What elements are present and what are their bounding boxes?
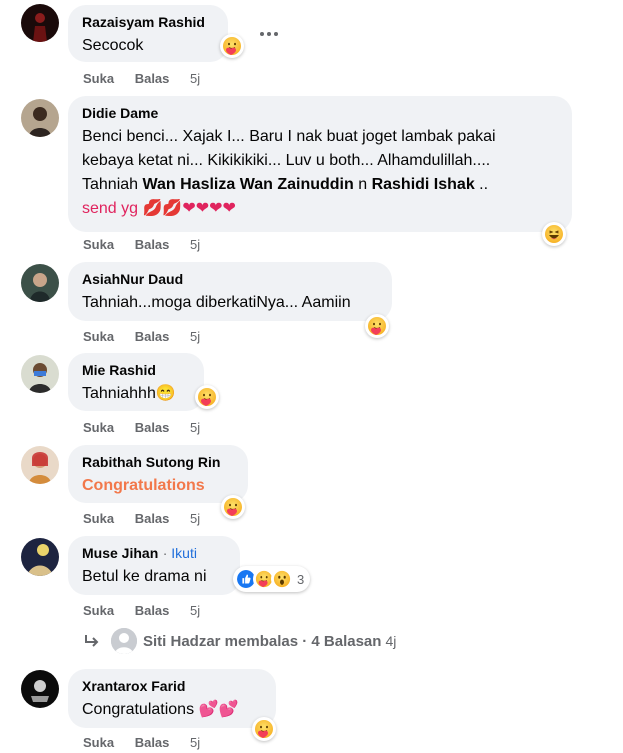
reply-button[interactable]: Balas bbox=[135, 237, 170, 253]
reply-button[interactable]: Balas bbox=[135, 329, 170, 345]
reply-button[interactable]: Balas bbox=[135, 71, 170, 87]
comment-actions: Suka Balas 5j bbox=[83, 420, 200, 436]
care-reaction-icon[interactable] bbox=[195, 385, 219, 409]
comment-text: Congratulations bbox=[82, 477, 205, 494]
comment-time[interactable]: 5j bbox=[190, 511, 200, 527]
comment-author[interactable]: Razaisyam Rashid bbox=[82, 14, 205, 30]
like-button[interactable]: Suka bbox=[83, 237, 114, 253]
comment-author[interactable]: Muse Jihan bbox=[82, 545, 158, 561]
comment-time[interactable]: 5j bbox=[190, 237, 200, 253]
avatar[interactable] bbox=[21, 4, 59, 42]
reply-button[interactable]: Balas bbox=[135, 735, 170, 751]
comment-author[interactable]: Rabithah Sutong Rin bbox=[82, 454, 220, 470]
reply-button[interactable]: Balas bbox=[135, 603, 170, 619]
reply-button[interactable]: Balas bbox=[135, 511, 170, 527]
tag-link[interactable]: Rashidi Ishak bbox=[372, 176, 475, 193]
haha-reaction-icon[interactable] bbox=[542, 222, 566, 246]
reaction-summary[interactable]: 3 bbox=[233, 566, 311, 592]
avatar[interactable] bbox=[21, 99, 59, 137]
comment-bubble: Razaisyam Rashid Secocok bbox=[68, 5, 228, 62]
care-reaction-icon[interactable] bbox=[365, 314, 389, 338]
comment-time[interactable]: 5j bbox=[190, 329, 200, 345]
reply-button[interactable]: Balas bbox=[135, 420, 170, 436]
avatar[interactable] bbox=[21, 538, 59, 576]
comment-text: Secocok bbox=[82, 37, 144, 54]
avatar[interactable] bbox=[21, 446, 59, 484]
comment-actions: Suka Balas 5j bbox=[83, 71, 200, 87]
reply-time: 4j bbox=[385, 633, 397, 649]
reply-summary-text[interactable]: Siti Hadzar membalas · 4 Balasan bbox=[143, 633, 381, 650]
comment-author[interactable]: AsiahNur Daud bbox=[82, 271, 183, 287]
comment-time[interactable]: 5j bbox=[190, 420, 200, 436]
comment-bubble: Didie Dame Benci benci... Xajak I... Bar… bbox=[68, 96, 572, 232]
comment-time[interactable]: 5j bbox=[190, 71, 200, 87]
comment-bubble: Muse Jihan · Ikuti Betul ke drama ni bbox=[68, 536, 240, 595]
comment-author[interactable]: Xrantarox Farid bbox=[82, 678, 185, 694]
reply-arrow-icon bbox=[85, 635, 99, 647]
comment-time[interactable]: 5j bbox=[190, 735, 200, 751]
view-replies-button[interactable]: Siti Hadzar membalas · 4 Balasan 4j bbox=[83, 628, 396, 654]
avatar[interactable] bbox=[21, 355, 59, 393]
tag-link[interactable]: Wan Hasliza Wan Zainuddin bbox=[143, 176, 354, 193]
comment-text: Tahniah...moga diberkatiNya... Aamiin bbox=[82, 294, 351, 311]
comment-bubble: Mie Rashid Tahniahhh😁 bbox=[68, 353, 204, 411]
care-reaction-icon[interactable] bbox=[221, 495, 245, 519]
comment-bubble: Rabithah Sutong Rin Congratulations bbox=[68, 445, 248, 503]
wow-reaction-icon bbox=[271, 568, 293, 590]
comment-time[interactable]: 5j bbox=[190, 603, 200, 619]
comment-text: Betul ke drama ni bbox=[82, 568, 207, 585]
comment-text: Congratulations 💕💕 bbox=[82, 701, 239, 718]
comment-bubble: Xrantarox Farid Congratulations 💕💕 bbox=[68, 669, 276, 728]
like-button[interactable]: Suka bbox=[83, 329, 114, 345]
comment-author[interactable]: Didie Dame bbox=[82, 105, 158, 121]
like-button[interactable]: Suka bbox=[83, 735, 114, 751]
comment-bubble: AsiahNur Daud Tahniah...moga diberkatiNy… bbox=[68, 262, 392, 321]
comment-actions: Suka Balas 5j bbox=[83, 329, 200, 345]
care-reaction-icon[interactable] bbox=[220, 34, 244, 58]
replier-avatar bbox=[111, 628, 137, 654]
comment-text: Benci benci... Xajak I... Baru I nak bua… bbox=[82, 128, 496, 217]
reaction-count: 3 bbox=[297, 571, 305, 587]
like-button[interactable]: Suka bbox=[83, 71, 114, 87]
like-button[interactable]: Suka bbox=[83, 511, 114, 527]
like-button[interactable]: Suka bbox=[83, 603, 114, 619]
avatar[interactable] bbox=[21, 264, 59, 302]
care-reaction-icon[interactable] bbox=[252, 717, 276, 741]
comment-actions: Suka Balas 5j bbox=[83, 511, 200, 527]
like-button[interactable]: Suka bbox=[83, 420, 114, 436]
comment-text: Tahniahhh😁 bbox=[82, 385, 176, 402]
avatar[interactable] bbox=[21, 670, 59, 708]
more-options-icon[interactable] bbox=[257, 26, 281, 42]
comment-actions: Suka Balas 5j bbox=[83, 237, 200, 253]
comment-actions: Suka Balas 5j bbox=[83, 735, 200, 751]
comment-actions: Suka Balas 5j bbox=[83, 603, 200, 619]
follow-button[interactable]: Ikuti bbox=[171, 545, 197, 561]
comment-author[interactable]: Mie Rashid bbox=[82, 362, 156, 378]
